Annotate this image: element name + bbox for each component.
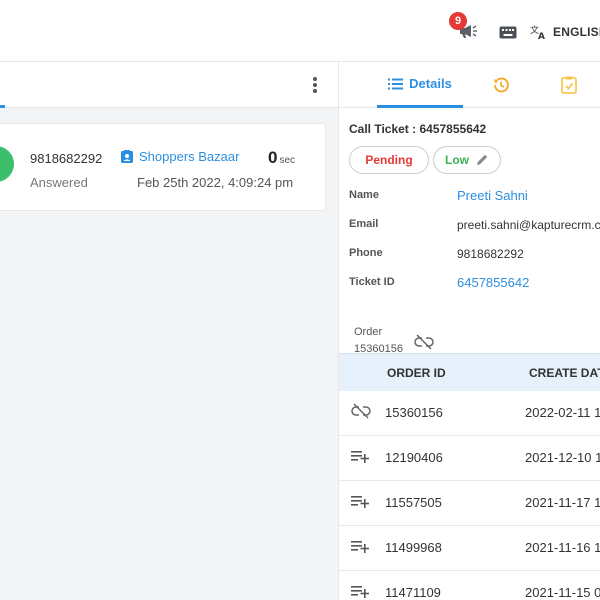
order-date: 2021-11-15 0 bbox=[525, 585, 600, 600]
playlist-add-icon[interactable] bbox=[351, 583, 371, 599]
tab-tasks[interactable] bbox=[559, 75, 579, 100]
contact-card-icon bbox=[121, 149, 133, 163]
order-id: 11499968 bbox=[385, 540, 442, 555]
keyboard-button[interactable] bbox=[499, 26, 517, 44]
call-list-pane: 9818682292 Answered Shoppers Bazaar 0 sec… bbox=[0, 62, 338, 600]
list-icon bbox=[388, 78, 404, 89]
orders-table-header: ORDER ID CREATE DATE bbox=[339, 353, 600, 391]
email-label: Email bbox=[349, 218, 379, 230]
column-order-id: ORDER ID bbox=[387, 366, 446, 380]
call-status: Answered bbox=[30, 175, 88, 190]
phone-value: 9818682292 bbox=[457, 247, 524, 261]
order-id: 11557505 bbox=[385, 495, 442, 510]
playlist-add-icon[interactable] bbox=[351, 493, 371, 509]
table-row[interactable]: 11471109 2021-11-15 0 bbox=[339, 571, 600, 600]
order-label: Order bbox=[354, 326, 383, 338]
order-date: 2022-02-11 1 bbox=[525, 405, 600, 420]
top-bar: 9 文 A ENGLISH bbox=[0, 0, 600, 62]
playlist-add-icon[interactable] bbox=[351, 538, 371, 554]
customer-name-link[interactable]: Preeti Sahni bbox=[457, 188, 528, 203]
priority-badge[interactable]: Low bbox=[433, 146, 501, 174]
column-create-date: CREATE DATE bbox=[529, 366, 600, 380]
call-list-header bbox=[0, 62, 338, 108]
store-link[interactable]: Shoppers Bazaar bbox=[120, 149, 239, 164]
duration-value: 0 bbox=[268, 148, 278, 167]
more-options-icon[interactable] bbox=[308, 75, 322, 95]
duration-unit: sec bbox=[279, 155, 296, 166]
tab-details[interactable]: Details bbox=[377, 62, 463, 108]
avatar bbox=[0, 146, 14, 182]
phone-label: Phone bbox=[349, 247, 383, 259]
clipboard-check-icon bbox=[561, 76, 577, 94]
table-row[interactable]: 11499968 2021-11-16 1 bbox=[339, 526, 600, 571]
unlink-icon[interactable] bbox=[351, 403, 371, 419]
tab-history[interactable] bbox=[491, 75, 511, 100]
ticket-title: Call Ticket : 6457855642 bbox=[349, 122, 487, 136]
notification-badge: 9 bbox=[449, 12, 467, 30]
edit-pencil-icon[interactable] bbox=[475, 153, 489, 167]
svg-text:A: A bbox=[538, 32, 545, 40]
priority-label: Low bbox=[445, 153, 469, 167]
announcements-button[interactable]: 9 bbox=[449, 12, 482, 44]
store-name: Shoppers Bazaar bbox=[139, 149, 240, 164]
translate-icon: 文 A bbox=[530, 24, 545, 40]
name-label: Name bbox=[349, 189, 379, 201]
order-id: 12190406 bbox=[385, 450, 443, 465]
call-card[interactable]: 9818682292 Answered Shoppers Bazaar 0 sec… bbox=[0, 123, 326, 211]
email-value: preeti.sahni@kapturecrm.com bbox=[457, 218, 600, 232]
language-label: ENGLISH bbox=[553, 25, 600, 39]
call-number: 9818682292 bbox=[30, 151, 103, 166]
tab-details-label: Details bbox=[409, 76, 452, 91]
call-duration: 0 sec bbox=[268, 148, 295, 168]
playlist-add-icon[interactable] bbox=[351, 448, 371, 464]
ticket-id-link[interactable]: 6457855642 bbox=[457, 275, 529, 290]
table-row[interactable]: 12190406 2021-12-10 1 bbox=[339, 436, 600, 481]
order-date: 2021-12-10 1 bbox=[525, 450, 600, 465]
order-date: 2021-11-17 1 bbox=[525, 495, 600, 510]
status-badge[interactable]: Pending bbox=[349, 146, 429, 174]
table-row[interactable]: 11557505 2021-11-17 1 bbox=[339, 481, 600, 526]
order-id: 11471109 bbox=[385, 585, 441, 600]
table-row[interactable]: 15360156 2022-02-11 1 bbox=[339, 391, 600, 436]
ticket-id-label: Ticket ID bbox=[349, 276, 395, 288]
order-id: 15360156 bbox=[385, 405, 443, 420]
details-tabs: Details bbox=[339, 62, 600, 108]
language-selector[interactable]: 文 A ENGLISH bbox=[530, 24, 600, 40]
unlink-icon[interactable] bbox=[414, 334, 434, 350]
history-icon bbox=[493, 77, 509, 93]
keyboard-icon bbox=[499, 26, 517, 39]
active-tab-indicator bbox=[0, 105, 5, 108]
order-date: 2021-11-16 1 bbox=[525, 540, 600, 555]
call-datetime: Feb 25th 2022, 4:09:24 pm bbox=[137, 175, 294, 190]
ticket-details-pane: Details Call Ticket : 6457855642 Pending… bbox=[338, 62, 600, 600]
